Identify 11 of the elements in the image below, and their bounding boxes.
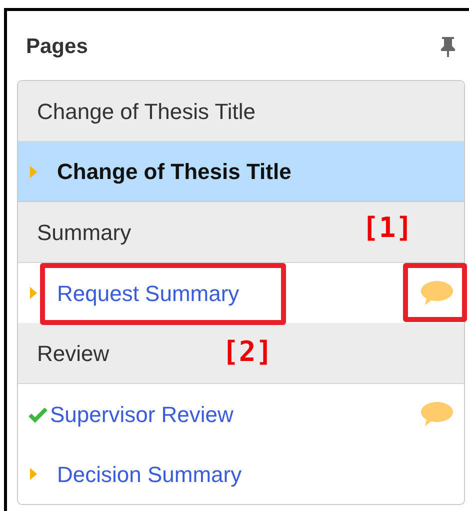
page-link[interactable]: Request Summary: [57, 276, 240, 310]
callout-label: [2]: [222, 334, 273, 370]
section-header: Change of Thesis Title: [18, 81, 464, 142]
page-item[interactable]: Change of Thesis Title: [18, 142, 464, 202]
panel-title: Pages: [26, 34, 88, 60]
page-link[interactable]: Supervisor Review: [50, 398, 234, 430]
page-link[interactable]: Decision Summary: [57, 458, 242, 490]
page-title[interactable]: Change of Thesis Title: [57, 155, 292, 188]
pin-icon[interactable]: [439, 36, 457, 58]
highlight-frame: [403, 263, 467, 322]
callout-label: [1]: [362, 210, 413, 246]
